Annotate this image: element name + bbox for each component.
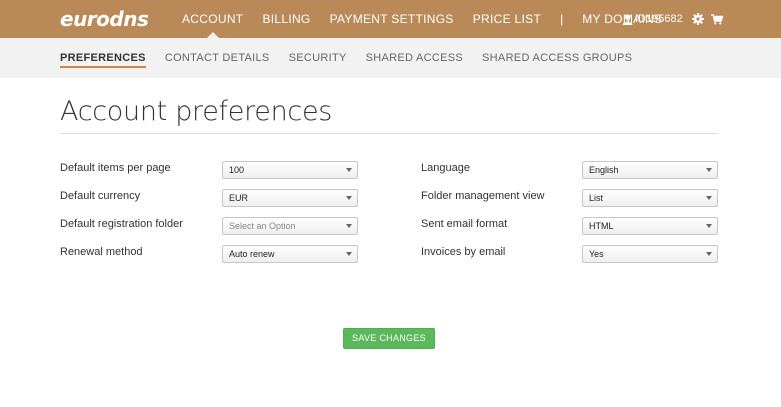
invoices-by-email-select[interactable]: Yes — [582, 245, 718, 263]
select-value: Yes — [589, 249, 604, 259]
tab-shared-access-groups[interactable]: SHARED ACCESS GROUPS — [482, 52, 632, 64]
main-nav: ACCOUNT BILLING PAYMENT SETTINGS PRICE L… — [182, 0, 681, 38]
renewal-method-select[interactable]: Auto renew — [222, 245, 358, 263]
field-invoices-by-email: Invoices by email Yes — [421, 245, 718, 263]
select-placeholder: Select an Option — [229, 221, 296, 231]
dropdown-arrow-icon — [706, 196, 712, 200]
sub-nav: PREFERENCES CONTACT DETAILS SECURITY SHA… — [60, 38, 651, 78]
folder-view-select[interactable]: List — [582, 189, 718, 207]
field-currency: Default currency EUR — [60, 189, 358, 207]
field-label: Invoices by email — [421, 246, 506, 258]
field-label: Default registration folder — [60, 218, 183, 230]
tab-contact-details[interactable]: CONTACT DETAILS — [165, 52, 270, 64]
field-folder-view: Folder management view List — [421, 189, 718, 207]
select-value: English — [589, 165, 619, 175]
user-id[interactable]: ID195682 — [635, 13, 683, 25]
field-items-per-page: Default items per page 100 — [60, 161, 358, 179]
sub-bar: PREFERENCES CONTACT DETAILS SECURITY SHA… — [0, 38, 781, 78]
user-box: ID195682 — [622, 0, 723, 38]
dropdown-arrow-icon — [346, 224, 352, 228]
tab-shared-access[interactable]: SHARED ACCESS — [366, 52, 463, 64]
main-nav-price-list[interactable]: PRICE LIST — [473, 0, 541, 38]
field-label: Default currency — [60, 190, 141, 202]
field-renewal-method: Renewal method Auto renew — [60, 245, 358, 263]
main-nav-billing[interactable]: BILLING — [262, 0, 310, 38]
user-icon[interactable] — [622, 13, 633, 25]
field-label: Renewal method — [60, 246, 143, 258]
items-per-page-select[interactable]: 100 — [222, 161, 358, 179]
field-label: Language — [421, 162, 470, 174]
select-value: HTML — [589, 221, 614, 231]
main-nav-payment-settings[interactable]: PAYMENT SETTINGS — [330, 0, 454, 38]
gear-icon[interactable] — [691, 13, 704, 25]
currency-select[interactable]: EUR — [222, 189, 358, 207]
language-select[interactable]: English — [582, 161, 718, 179]
tab-preferences[interactable]: PREFERENCES — [60, 52, 146, 68]
eurodns-logo[interactable]: eurodns — [60, 7, 149, 31]
dropdown-arrow-icon — [346, 196, 352, 200]
top-bar: eurodns ACCOUNT BILLING PAYMENT SETTINGS… — [0, 0, 781, 38]
field-email-format: Sent email format HTML — [421, 217, 718, 235]
dropdown-arrow-icon — [346, 168, 352, 172]
dropdown-arrow-icon — [346, 252, 352, 256]
tab-security[interactable]: SECURITY — [289, 52, 347, 64]
page-title: Account preferences — [60, 96, 333, 127]
dropdown-arrow-icon — [706, 168, 712, 172]
field-language: Language English — [421, 161, 718, 179]
field-label: Sent email format — [421, 218, 508, 230]
save-changes-button[interactable]: SAVE CHANGES — [343, 328, 435, 349]
select-value: 100 — [229, 165, 245, 175]
cart-icon[interactable] — [710, 13, 723, 25]
field-label: Default items per page — [60, 162, 171, 174]
dropdown-arrow-icon — [706, 252, 712, 256]
select-value: List — [589, 193, 604, 203]
main-nav-account[interactable]: ACCOUNT — [182, 0, 243, 38]
field-label: Folder management view — [421, 190, 545, 202]
field-registration-folder: Default registration folder Select an Op… — [60, 217, 358, 235]
select-value: Auto renew — [229, 249, 275, 259]
email-format-select[interactable]: HTML — [582, 217, 718, 235]
select-value: EUR — [229, 193, 249, 203]
main-nav-separator: | — [560, 12, 564, 26]
title-divider — [60, 133, 718, 134]
registration-folder-select[interactable]: Select an Option — [222, 217, 358, 235]
dropdown-arrow-icon — [706, 224, 712, 228]
